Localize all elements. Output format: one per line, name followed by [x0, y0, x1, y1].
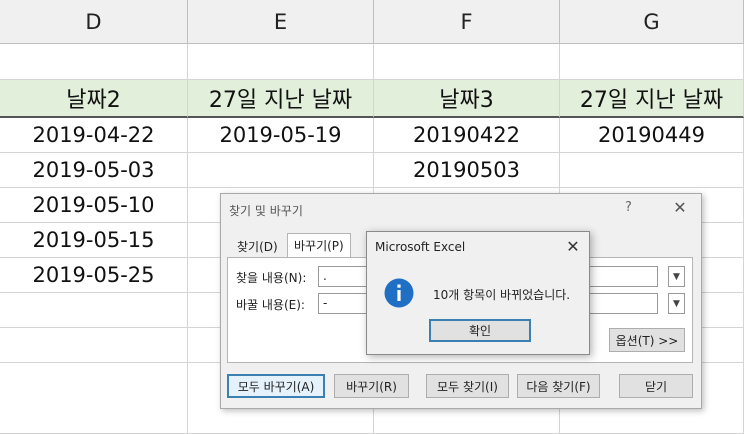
cell[interactable]: 2019-05-15	[0, 223, 188, 258]
options-button[interactable]: 옵션(T) >>	[609, 328, 685, 352]
column-header-g[interactable]: G	[560, 0, 744, 44]
table-header-row: 날짜2 27일 지난 날짜 날짜3 27일 지난 날짜	[0, 80, 744, 118]
cell[interactable]	[0, 293, 188, 328]
column-header-d[interactable]: D	[0, 0, 188, 44]
excel-message-box: Microsoft Excel ✕ 10개 항목이 바뀌었습니다. 확인	[366, 231, 590, 355]
close-icon[interactable]: ✕	[669, 196, 691, 218]
tab-find[interactable]: 찾기(D)	[231, 235, 284, 257]
dialog-title: 찾기 및 바꾸기	[229, 204, 303, 218]
cell[interactable]: 2019-04-22	[0, 118, 188, 153]
table-row	[0, 44, 744, 80]
column-header-e[interactable]: E	[188, 0, 374, 44]
find-what-label: 찾을 내용(N):	[236, 271, 307, 285]
cell[interactable]: 20190449	[560, 118, 744, 153]
replace-with-label: 바꿀 내용(E):	[236, 298, 305, 312]
replace-all-button[interactable]: 모두 바꾸기(A)	[227, 374, 325, 398]
cell[interactable]	[374, 44, 560, 80]
table-row: 2019-05-03 20190503	[0, 153, 744, 188]
cell[interactable]	[188, 153, 374, 188]
find-all-button[interactable]: 모두 찾기(I)	[426, 374, 509, 398]
cell[interactable]: 2019-05-10	[0, 188, 188, 223]
replace-history-dropdown[interactable]: ▼	[668, 293, 685, 314]
cell[interactable]	[560, 44, 744, 80]
header-cell-date2[interactable]: 날짜2	[0, 80, 188, 118]
find-next-button[interactable]: 다음 찾기(F)	[517, 374, 600, 398]
info-icon	[384, 278, 414, 308]
cell[interactable]: 20190503	[374, 153, 560, 188]
header-cell-date3-plus-27[interactable]: 27일 지난 날짜	[560, 80, 744, 118]
close-icon[interactable]: ✕	[563, 236, 583, 256]
close-button[interactable]: 닫기	[619, 374, 693, 398]
column-header-row: D E F G	[0, 0, 744, 44]
table-row: 2019-04-22 2019-05-19 20190422 20190449	[0, 118, 744, 153]
header-cell-date3[interactable]: 날짜3	[374, 80, 560, 118]
chevron-down-icon: ▼	[673, 271, 680, 282]
cell[interactable]: 2019-05-03	[0, 153, 188, 188]
header-cell-date-plus-27[interactable]: 27일 지난 날짜	[188, 80, 374, 118]
replace-button[interactable]: 바꾸기(R)	[334, 374, 409, 398]
cell[interactable]: 2019-05-19	[188, 118, 374, 153]
tab-replace[interactable]: 바꾸기(P)	[287, 233, 351, 258]
cell[interactable]	[0, 328, 188, 363]
cell[interactable]: 20190422	[374, 118, 560, 153]
cell[interactable]	[0, 44, 188, 80]
ok-button[interactable]: 확인	[429, 319, 531, 342]
message-box-title: Microsoft Excel	[375, 240, 466, 254]
chevron-down-icon: ▼	[673, 298, 680, 309]
cell[interactable]	[560, 153, 744, 188]
help-button[interactable]: ?	[625, 200, 632, 215]
cell[interactable]	[0, 363, 188, 434]
cell[interactable]	[188, 44, 374, 80]
find-history-dropdown[interactable]: ▼	[668, 266, 685, 287]
message-text: 10개 항목이 바뀌었습니다.	[433, 288, 571, 302]
cell[interactable]: 2019-05-25	[0, 258, 188, 293]
column-header-f[interactable]: F	[374, 0, 560, 44]
